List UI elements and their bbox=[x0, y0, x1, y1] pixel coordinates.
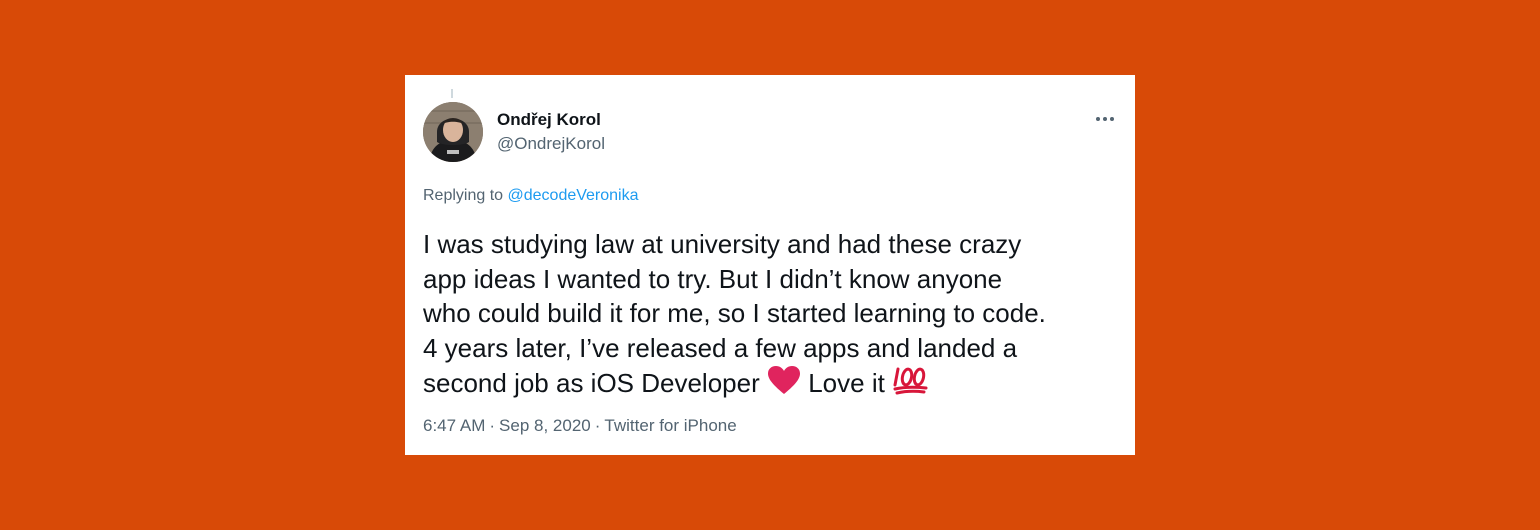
tweet-text-line: 4 years later, I’ve released a few apps … bbox=[423, 332, 1018, 363]
more-dots-icon bbox=[1096, 117, 1114, 121]
meta-separator: · bbox=[489, 416, 496, 435]
tweet-text-line: app ideas I wanted to try. But I didn’t … bbox=[423, 263, 1003, 294]
tweet-time-link[interactable]: 6:47 AM bbox=[423, 416, 485, 435]
replying-to-label: Replying to bbox=[423, 187, 504, 204]
tweet-source-link[interactable]: Twitter for iPhone bbox=[604, 416, 736, 435]
tweet-text: I was studying law at university and had… bbox=[423, 227, 1123, 404]
tweet-text-segment: Love it bbox=[808, 368, 885, 398]
avatar-image bbox=[423, 102, 483, 162]
red-heart-icon bbox=[767, 365, 801, 404]
author-handle[interactable]: @OndrejKorol bbox=[497, 133, 605, 155]
thread-connector-line bbox=[451, 89, 453, 98]
reply-mention-link[interactable]: @decodeVeronika bbox=[508, 187, 639, 204]
author-block: Ondřej Korol @OndrejKorol bbox=[497, 109, 605, 155]
tweet-card: Ondřej Korol @OndrejKorol Replying to @d… bbox=[405, 75, 1135, 455]
meta-separator: · bbox=[594, 416, 601, 435]
hundred-points-icon bbox=[892, 365, 928, 404]
replying-to-line: Replying to @decodeVeronika bbox=[423, 185, 639, 207]
more-options-button[interactable] bbox=[1093, 111, 1117, 127]
tweet-text-line: who could build it for me, so I started … bbox=[423, 298, 1046, 328]
author-display-name[interactable]: Ondřej Korol bbox=[497, 109, 605, 131]
tweet-date-link[interactable]: Sep 8, 2020 bbox=[499, 416, 591, 435]
tweet-text-line: second job as iOS Developer Love it bbox=[423, 365, 1123, 404]
tweet-text-line: I was studying law at university and had… bbox=[423, 229, 1022, 259]
avatar[interactable] bbox=[423, 102, 483, 162]
tweet-text-segment: second job as iOS Developer bbox=[423, 368, 760, 398]
tweet-meta: 6:47 AM · Sep 8, 2020 · Twitter for iPhone bbox=[423, 415, 737, 437]
